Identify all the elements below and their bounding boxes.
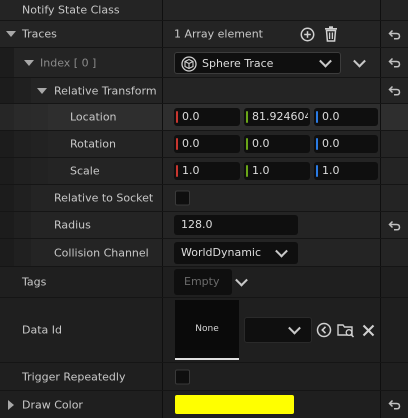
rotation-y-value: 0.0 — [252, 137, 270, 150]
z-axis-color-bar — [316, 138, 318, 150]
draw-color-expand-arrow-icon[interactable] — [8, 399, 14, 410]
traces-count-text: 1 Array element — [174, 27, 263, 41]
trigger-repeatedly-checkbox[interactable] — [175, 369, 190, 384]
collision-channel-dropdown[interactable]: WorldDynamic — [174, 241, 298, 264]
data-id-thumbnail-text: None — [195, 324, 219, 334]
y-axis-color-bar — [246, 138, 248, 150]
relative-to-socket-checkbox[interactable] — [175, 190, 190, 206]
scale-label: Scale — [70, 164, 100, 178]
scale-row: Scale 1.0 1.0 1.0 — [0, 158, 408, 184]
chevron-down-icon — [288, 321, 301, 335]
collision-channel-value: WorldDynamic — [181, 245, 262, 259]
add-element-button[interactable] — [299, 26, 315, 42]
z-axis-color-bar — [316, 111, 318, 123]
radius-field[interactable]: 128.0 — [174, 215, 298, 235]
x-axis-color-bar — [176, 165, 178, 177]
index-expand-arrow-icon[interactable] — [24, 59, 34, 66]
chevron-down-icon — [319, 54, 332, 68]
draw-color-label: Draw Color — [22, 398, 83, 411]
traces-label: Traces — [22, 27, 57, 41]
relative-transform-label: Relative Transform — [54, 84, 157, 97]
rotation-x-field[interactable]: 0.0 — [174, 135, 240, 153]
rotation-z-field[interactable]: 0.0 — [314, 135, 378, 153]
location-row: Location 0.0 81.924604 0.0 — [0, 104, 408, 130]
tags-field[interactable]: Empty — [174, 269, 232, 295]
use-selected-asset-button[interactable] — [315, 321, 333, 339]
tags-row: Tags Empty — [0, 267, 408, 297]
traces-expand-arrow-icon[interactable] — [6, 31, 16, 37]
x-axis-color-bar — [176, 111, 178, 123]
radius-label: Radius — [54, 218, 91, 232]
scale-y-value: 1.0 — [252, 164, 270, 177]
reset-arrow-icon[interactable] — [388, 85, 401, 96]
radius-value: 128.0 — [181, 218, 213, 231]
relative-to-socket-row: Relative to Socket — [0, 185, 408, 211]
sphere-trace-icon — [181, 55, 197, 72]
browse-asset-button[interactable] — [336, 321, 356, 339]
data-id-row: Data Id None — [0, 298, 408, 362]
draw-color-row: Draw Color — [0, 391, 408, 418]
y-axis-color-bar — [246, 111, 248, 123]
folder-search-icon — [337, 324, 355, 338]
trigger-repeatedly-label: Trigger Repeatedly — [22, 370, 126, 383]
radius-row: Radius 128.0 — [0, 212, 408, 238]
scale-y-field[interactable]: 1.0 — [244, 162, 310, 180]
chevron-down-icon — [353, 54, 366, 68]
remove-all-elements-button[interactable] — [323, 26, 339, 42]
close-icon — [362, 324, 374, 336]
relative-transform-expand-arrow-icon[interactable] — [37, 87, 47, 94]
collision-channel-label: Collision Channel — [54, 246, 149, 259]
trace-type-value: Sphere Trace — [202, 56, 274, 70]
rotation-z-value: 0.0 — [322, 137, 340, 150]
tags-label: Tags — [22, 275, 47, 289]
rotation-row: Rotation 0.0 0.0 0.0 — [0, 131, 408, 157]
relative-to-socket-label: Relative to Socket — [54, 191, 154, 205]
element-options-button[interactable] — [350, 54, 368, 72]
clear-asset-button[interactable] — [360, 322, 376, 338]
notify-state-class-label: Notify State Class — [22, 3, 120, 17]
data-id-label: Data Id — [22, 323, 62, 337]
add-circle-icon — [300, 27, 314, 41]
traces-row: Traces 1 Array element — [0, 21, 408, 47]
tags-placeholder: Empty — [184, 275, 220, 288]
scale-z-value: 1.0 — [322, 164, 340, 177]
scale-x-field[interactable]: 1.0 — [174, 162, 240, 180]
data-id-thumbnail[interactable]: None — [175, 300, 239, 360]
scale-z-field[interactable]: 1.0 — [314, 162, 378, 180]
chevron-down-icon — [235, 273, 248, 287]
location-z-field[interactable]: 0.0 — [314, 108, 378, 126]
location-label: Location — [70, 110, 117, 124]
reset-arrow-icon[interactable] — [388, 57, 401, 68]
location-y-field[interactable]: 81.924604 — [244, 108, 310, 126]
location-z-value: 0.0 — [322, 110, 340, 123]
data-id-asset-dropdown[interactable] — [244, 317, 312, 343]
location-x-field[interactable]: 0.0 — [174, 108, 240, 126]
y-axis-color-bar — [246, 165, 248, 177]
trash-icon — [325, 26, 337, 42]
x-axis-color-bar — [176, 138, 178, 150]
reset-arrow-icon[interactable] — [388, 220, 401, 231]
relative-transform-row: Relative Transform — [0, 78, 408, 103]
location-y-value: 81.924604 — [252, 110, 308, 123]
z-axis-color-bar — [316, 165, 318, 177]
rotation-x-value: 0.0 — [182, 137, 200, 150]
trace-type-dropdown[interactable]: Sphere Trace — [174, 51, 341, 74]
scale-x-value: 1.0 — [182, 164, 200, 177]
reset-arrow-icon[interactable] — [388, 399, 401, 410]
details-panel: Notify State Class Traces 1 Array elemen… — [0, 0, 408, 418]
rotation-y-field[interactable]: 0.0 — [244, 135, 310, 153]
trigger-repeatedly-row: Trigger Repeatedly — [0, 363, 408, 390]
trace-index-row: Index [ 0 ] Sphere Trace — [0, 48, 408, 77]
tags-dropdown-button[interactable] — [234, 273, 250, 290]
reset-arrow-icon[interactable] — [388, 29, 401, 40]
draw-color-swatch[interactable] — [175, 395, 294, 414]
notify-state-class-row: Notify State Class — [0, 0, 408, 20]
collision-channel-row: Collision Channel WorldDynamic — [0, 239, 408, 266]
location-x-value: 0.0 — [182, 110, 200, 123]
rotation-label: Rotation — [70, 137, 117, 151]
trace-index-label: Index [ 0 ] — [40, 56, 97, 69]
chevron-down-icon — [275, 244, 288, 258]
arrow-left-circle-icon — [316, 322, 332, 338]
